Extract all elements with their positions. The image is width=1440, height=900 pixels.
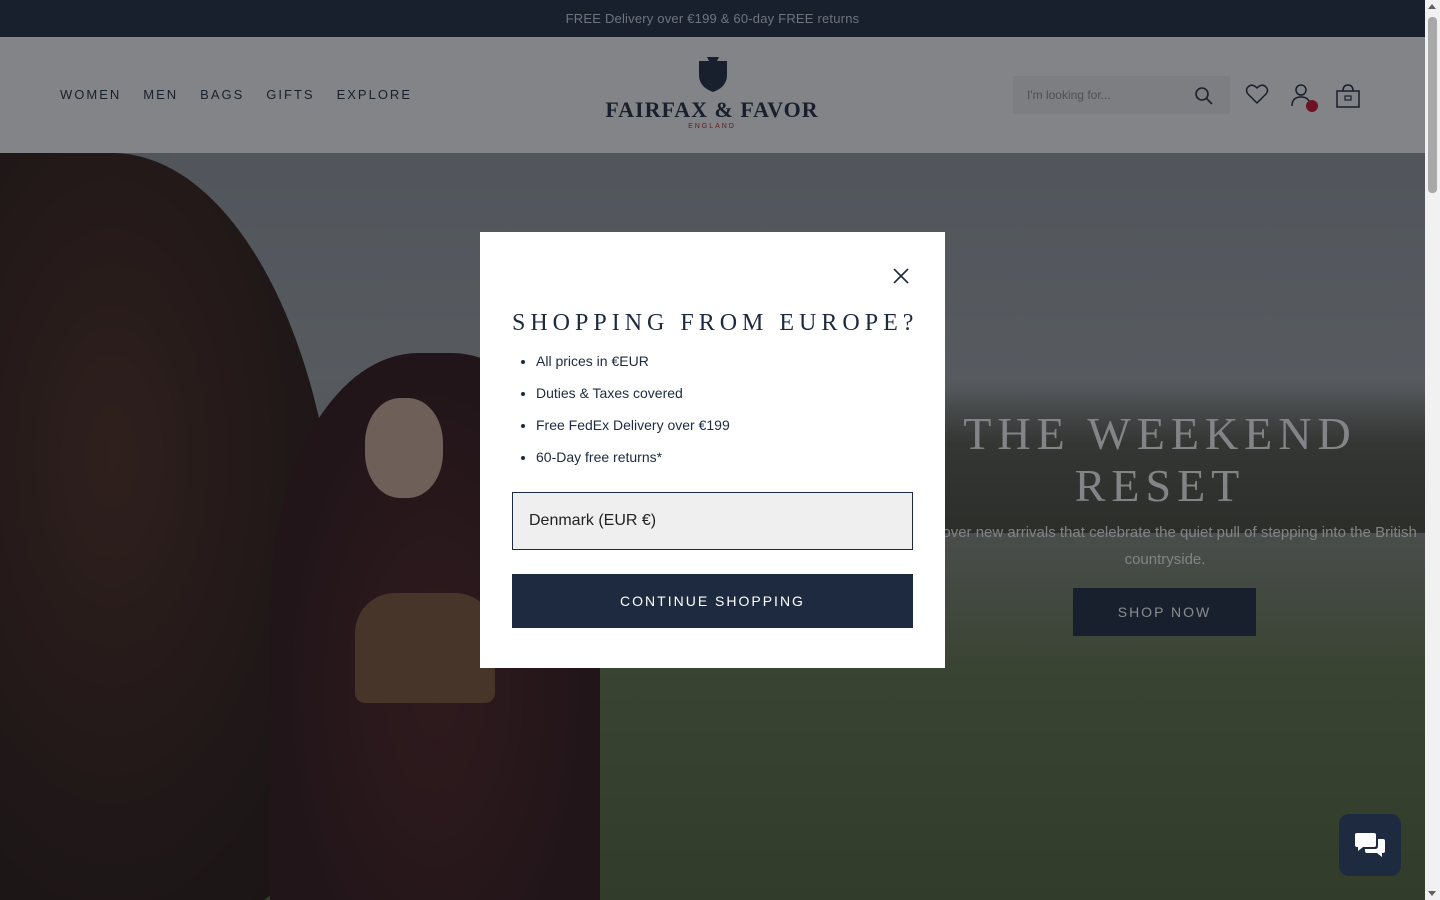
benefit-item: Duties & Taxes covered	[536, 383, 730, 415]
scrollbar-thumb[interactable]	[1428, 17, 1437, 193]
country-select[interactable]: Denmark (EUR €)	[512, 492, 913, 550]
benefits-list: All prices in €EUR Duties & Taxes covere…	[536, 351, 730, 479]
scroll-down-icon[interactable]	[1428, 891, 1436, 896]
modal-title: SHOPPING FROM EUROPE?	[512, 310, 919, 336]
chat-icon	[1355, 833, 1385, 857]
chat-button[interactable]	[1339, 814, 1401, 876]
scroll-up-icon[interactable]	[1428, 4, 1436, 9]
country-select-value: Denmark (EUR €)	[529, 512, 657, 529]
benefit-item: All prices in €EUR	[536, 351, 730, 383]
benefit-item: Free FedEx Delivery over €199	[536, 415, 730, 447]
region-modal: SHOPPING FROM EUROPE? All prices in €EUR…	[480, 232, 945, 668]
benefit-item: 60-Day free returns*	[536, 447, 730, 479]
close-icon[interactable]	[890, 265, 912, 287]
page-scrollbar[interactable]	[1425, 0, 1440, 900]
continue-shopping-button[interactable]: CONTINUE SHOPPING	[512, 574, 913, 628]
